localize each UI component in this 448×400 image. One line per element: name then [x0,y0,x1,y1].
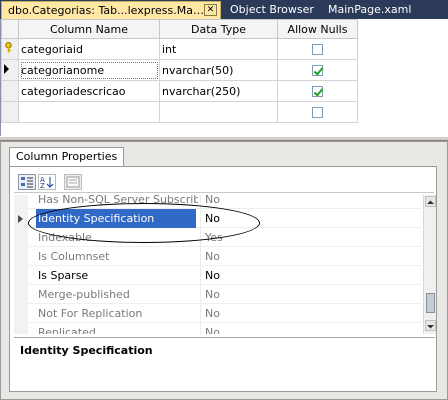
property-gutter [14,304,28,323]
property-name: Merge-published [38,288,130,301]
property-row[interactable]: Is Sparse No [14,266,421,285]
svg-text:Z: Z [40,182,45,189]
property-name: Replicated [38,326,96,334]
property-pages-icon [66,176,80,188]
table-row[interactable]: categorianome nvarchar(50) [1,59,358,81]
property-description-pane: Identity Specification [14,337,435,389]
allow-nulls-header: Allow Nulls [277,19,358,39]
tab-label: MainPage.xaml [328,3,412,16]
row-selector[interactable] [1,38,19,60]
allow-nulls-checkbox[interactable] [312,107,323,118]
allow-nulls-cell[interactable] [277,80,358,102]
scroll-up-button[interactable] [425,196,436,207]
data-type-cell[interactable]: nvarchar(250) [159,80,278,102]
annotation-ellipse [28,203,260,243]
property-gutter [14,247,28,266]
columns-table: Column Name Data Type Allow Nulls catego… [1,19,358,123]
columns-grid-area: Column Name Data Type Allow Nulls catego… [0,19,448,136]
scroll-thumb[interactable] [426,293,435,313]
data-type-cell[interactable]: nvarchar(50) [159,59,278,81]
tab-label: dbo.Categorias: Tab...lexpress.Macoratti… [8,4,204,17]
table-designer-window: dbo.Categorias: Tab...lexpress.Macoratti… [0,0,448,400]
alphabetical-icon: AZ [40,176,54,190]
column-name-header: Column Name [18,19,160,39]
row-selector-header [1,19,19,39]
row-selector[interactable] [1,101,19,123]
tab-label: Object Browser [230,3,314,16]
property-value[interactable]: No [200,304,416,323]
categorized-sort-button[interactable] [18,174,36,190]
data-type-cell[interactable]: int [159,38,278,60]
scroll-up-icon [427,200,434,204]
allow-nulls-cell[interactable] [277,38,358,60]
data-type-cell[interactable] [159,101,278,123]
property-value[interactable]: No [200,285,416,304]
row-selector[interactable] [1,80,19,102]
column-name-cell[interactable] [18,101,160,123]
property-row[interactable]: Is Columnset No [14,247,421,266]
column-properties-body: AZ Has Non-SQL Server Subscriber No Iden… [9,166,437,392]
key-icon [5,42,12,53]
property-row[interactable]: Not For Replication No [14,304,421,323]
properties-toolbar: AZ [14,171,434,193]
table-row[interactable] [1,101,358,123]
column-name-cell[interactable]: categoriadescricao [18,80,160,102]
property-name: Is Sparse [38,269,89,282]
tab-mainpage-xaml[interactable]: MainPage.xaml [322,1,418,19]
table-row[interactable]: categoriaid int [1,38,358,60]
table-row[interactable]: categoriadescricao nvarchar(250) [1,80,358,102]
property-gutter [14,228,28,247]
columns-header-row: Column Name Data Type Allow Nulls [1,19,358,39]
allow-nulls-checkbox[interactable] [312,86,323,97]
alphabetical-sort-button[interactable]: AZ [38,174,56,190]
property-gutter [14,209,28,228]
scroll-down-icon [427,325,434,329]
column-name-cell[interactable]: categoriaid [18,38,160,60]
allow-nulls-cell[interactable] [277,59,358,81]
current-row-arrow-icon [4,63,9,74]
tab-categorias[interactable]: dbo.Categorias: Tab...lexpress.Macoratti… [1,1,221,19]
property-row[interactable]: Merge-published No [14,285,421,304]
allow-nulls-checkbox[interactable] [312,65,323,76]
row-selector[interactable] [1,59,19,81]
tab-column-properties[interactable]: Column Properties [9,147,125,166]
property-value[interactable]: No [200,195,416,209]
property-pages-button[interactable] [64,174,82,190]
allow-nulls-cell[interactable] [277,101,358,123]
expand-arrow-icon[interactable] [18,215,23,223]
property-value[interactable]: No [200,247,416,266]
property-gutter [14,285,28,304]
column-properties-panel: Column Properties AZ Has Non-SQL Server … [0,141,448,400]
property-row[interactable]: Replicated No [14,323,421,334]
allow-nulls-checkbox[interactable] [312,44,323,55]
properties-scrollbar[interactable] [423,195,436,334]
close-icon[interactable]: ✕ [204,4,217,16]
document-tab-bar: dbo.Categorias: Tab...lexpress.Macoratti… [0,0,448,19]
scroll-down-button[interactable] [425,320,436,331]
column-name-cell[interactable]: categorianome [18,59,160,81]
property-description-title: Identity Specification [20,344,153,357]
tab-object-browser[interactable]: Object Browser [224,1,322,19]
property-gutter [14,323,28,334]
property-gutter [14,195,28,209]
property-name: Not For Replication [38,307,143,320]
property-value[interactable]: No [200,266,416,285]
categorized-icon [21,177,33,188]
property-value[interactable]: No [200,323,416,334]
property-gutter [14,266,28,285]
property-name: Is Columnset [38,250,110,263]
data-type-header: Data Type [159,19,278,39]
